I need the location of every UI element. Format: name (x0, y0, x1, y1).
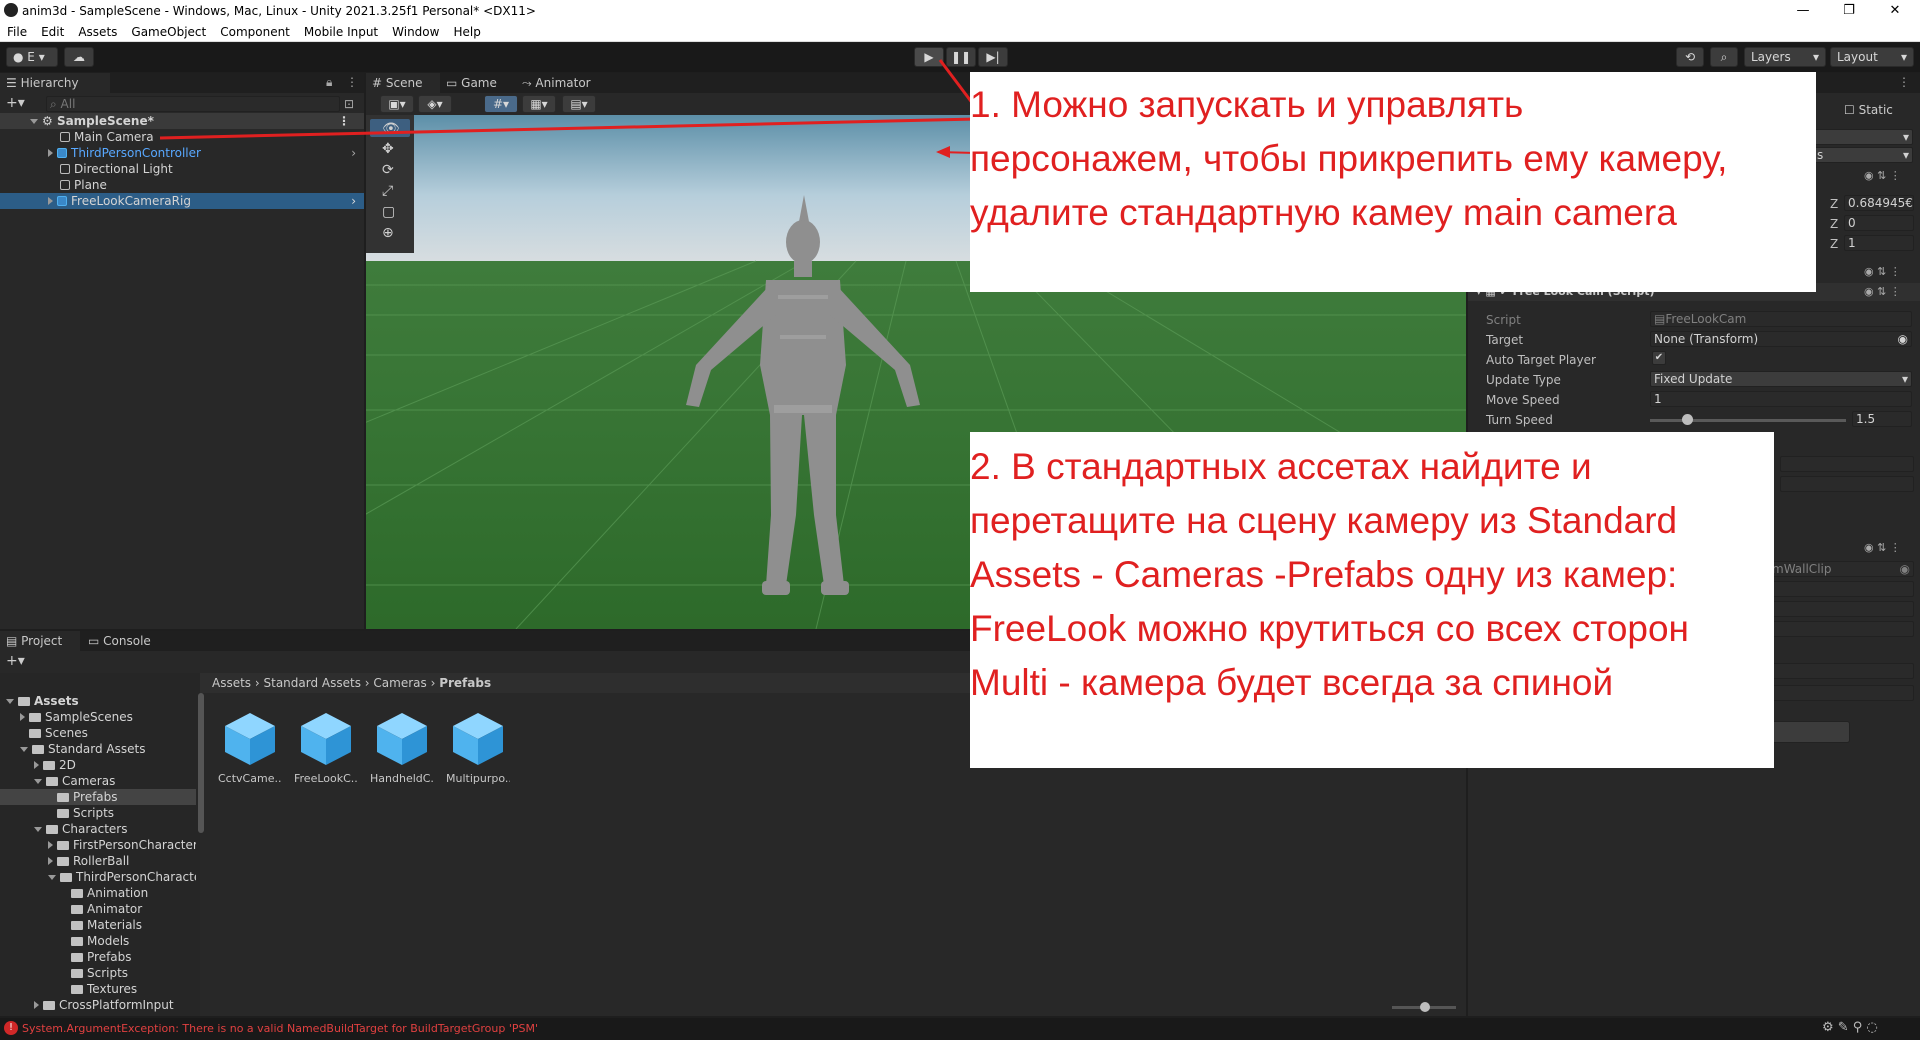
note2-line4: FreeLook можно крутиться со всех сторон (970, 608, 1689, 649)
note1-line2: персонажем, чтобы прикрепить ему камеру, (970, 138, 1728, 179)
note1-line1: 1. Можно запускать и управлять (970, 84, 1524, 125)
note2-line1: 2. В стандартных ассетах найдите и (970, 446, 1592, 487)
note1-line3: удалите стандартную камеу main camera (970, 192, 1677, 233)
note2-line5: Multi - камера будет всегда за спиной (970, 662, 1614, 703)
note2-line2: перетащите на сцену камеру из Standard (970, 500, 1678, 541)
arrow-to-main-camera (159, 117, 977, 140)
annotation-note-1: 1. Можно запускать и управлять персонаже… (970, 72, 1816, 292)
note2-line3: Assets - Cameras -Prefabs одну из камер: (970, 554, 1678, 595)
annotation-note-2: 2. В стандартных ассетах найдите и перет… (970, 432, 1774, 768)
arrow-head-icon (936, 146, 950, 158)
